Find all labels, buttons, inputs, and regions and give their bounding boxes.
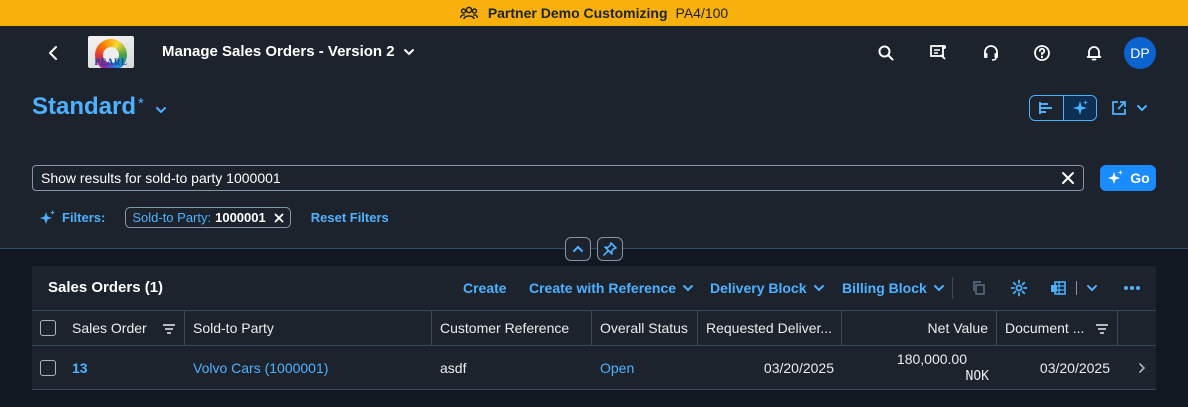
pin-header-button[interactable] xyxy=(597,237,623,261)
back-icon[interactable] xyxy=(44,43,64,63)
reset-filters-link[interactable]: Reset Filters xyxy=(311,210,389,225)
select-all-checkbox[interactable] xyxy=(40,320,56,336)
notifications-list-icon[interactable] xyxy=(928,43,948,63)
ai-search-field[interactable]: Show results for sold-to party 1000001 xyxy=(32,165,1084,191)
sales-orders-table: Sales Orders (1) Create Create with Refe… xyxy=(32,266,1156,390)
variant-name: Standard xyxy=(32,93,137,120)
cell-document-date: 03/20/2025 xyxy=(1039,359,1110,376)
row-navigation-icon[interactable] xyxy=(1128,346,1156,389)
user-avatar[interactable]: DP xyxy=(1124,37,1156,69)
app-title-menu[interactable]: Manage Sales Orders - Version 2 xyxy=(162,43,415,60)
chevron-down-icon xyxy=(1137,105,1147,112)
help-icon[interactable] xyxy=(1032,43,1052,63)
variant-modified-marker: * xyxy=(138,95,144,112)
sparkle-icon xyxy=(1072,100,1088,115)
settings-gear-icon[interactable] xyxy=(1009,278,1029,298)
filters-row: Filters: Sold-to Party: 1000001 Reset Fi… xyxy=(38,207,389,228)
cell-customer-reference: asdf xyxy=(440,359,467,376)
headset-icon[interactable] xyxy=(981,43,1001,63)
go-button[interactable]: Go xyxy=(1100,165,1156,191)
chevron-down-icon xyxy=(403,46,415,58)
table-header: Sales Order Sold-to Party Customer Refer… xyxy=(32,310,1156,346)
copy-icon[interactable] xyxy=(969,278,989,298)
collapse-header-button[interactable] xyxy=(565,237,591,261)
clear-icon[interactable] xyxy=(1061,171,1075,185)
overflow-menu-icon[interactable] xyxy=(1122,278,1142,298)
filter-bar-toggle[interactable] xyxy=(1030,96,1063,120)
column-label: Document ... xyxy=(1005,320,1085,336)
go-label: Go xyxy=(1130,170,1150,186)
net-value-currency: NOK xyxy=(965,369,989,384)
bell-icon[interactable] xyxy=(1084,43,1104,63)
column-header-sales-order[interactable]: Sales Order xyxy=(64,311,185,345)
people-group-icon xyxy=(459,6,478,20)
delivery-block-button[interactable]: Delivery Block xyxy=(710,280,825,296)
chevron-up-icon xyxy=(573,245,583,252)
chevron-down-icon xyxy=(683,285,694,292)
column-header-requested-delivery[interactable]: Requested Deliver... xyxy=(698,311,842,345)
sort-icon xyxy=(1095,323,1109,335)
sparkle-icon xyxy=(1108,170,1124,184)
search-input[interactable]: Show results for sold-to party 1000001 xyxy=(41,170,1061,186)
banner-system: PA4/100 xyxy=(675,5,729,21)
sparkle-icon xyxy=(38,209,56,227)
billing-block-button[interactable]: Billing Block xyxy=(842,280,945,296)
chevron-down-icon xyxy=(813,285,824,292)
column-header-sold-to-party[interactable]: Sold-to Party xyxy=(185,311,432,345)
filter-token[interactable]: Sold-to Party: 1000001 xyxy=(125,207,291,228)
toolbar-separator xyxy=(952,277,953,299)
chevron-down-icon[interactable] xyxy=(1082,278,1102,298)
cell-requested-delivery: 03/20/2025 xyxy=(763,359,834,376)
chevron-down-icon xyxy=(154,103,168,117)
cell-sales-order[interactable]: 13 xyxy=(64,346,185,389)
sort-icon xyxy=(162,323,176,335)
company-logo[interactable]: PEARL xyxy=(88,36,134,68)
create-with-reference-label: Create with Reference xyxy=(529,280,677,296)
row-checkbox[interactable] xyxy=(40,359,56,376)
table-row[interactable]: 13 Volvo Cars (1000001) asdf Open 03/20/… xyxy=(32,346,1156,390)
column-header-customer-reference[interactable]: Customer Reference xyxy=(432,311,592,345)
create-with-reference-button[interactable]: Create with Reference xyxy=(529,280,694,296)
pin-icon xyxy=(603,242,617,256)
token-value: 1000001 xyxy=(215,210,266,225)
share-menu-button[interactable] xyxy=(1110,99,1148,117)
table-toolbar: Sales Orders (1) Create Create with Refe… xyxy=(32,266,1156,310)
cell-sold-to-party[interactable]: Volvo Cars (1000001) xyxy=(185,346,432,389)
column-label: Sales Order xyxy=(72,320,147,336)
chevron-down-icon xyxy=(933,285,944,292)
toolbar-separator xyxy=(1076,281,1077,295)
column-header-net-value[interactable]: Net Value xyxy=(842,311,997,345)
column-header-document-date[interactable]: Document ... xyxy=(997,311,1118,345)
remove-token-icon[interactable] xyxy=(274,213,284,223)
app-title: Manage Sales Orders - Version 2 xyxy=(162,43,395,60)
export-spreadsheet-icon[interactable] xyxy=(1048,278,1068,298)
billing-block-label: Billing Block xyxy=(842,280,927,296)
variant-selector[interactable]: Standard * xyxy=(32,93,168,121)
ai-filter-toggle[interactable] xyxy=(1062,96,1096,120)
net-value-amount: 180,000.00 xyxy=(896,351,967,367)
select-all-checkbox-cell xyxy=(32,311,64,345)
filter-bar-icon xyxy=(1039,102,1053,114)
column-header-overall-status[interactable]: Overall Status xyxy=(592,311,698,345)
system-banner: Partner Demo Customizing PA4/100 xyxy=(0,0,1188,26)
table-title: Sales Orders (1) xyxy=(48,279,164,296)
row-checkbox-cell xyxy=(32,346,64,389)
share-icon xyxy=(1112,101,1126,115)
create-button[interactable]: Create xyxy=(463,280,507,296)
filters-label: Filters: xyxy=(62,210,106,225)
cell-net-value: 180,000.00 NOK xyxy=(842,346,997,389)
shell-bar: PEARL Manage Sales Orders - Version 2 DP xyxy=(0,26,1188,80)
banner-title: Partner Demo Customizing xyxy=(487,5,668,21)
search-icon[interactable] xyxy=(876,43,896,63)
filter-mode-toggle xyxy=(1029,95,1097,121)
delivery-block-label: Delivery Block xyxy=(710,280,807,296)
cell-overall-status[interactable]: Open xyxy=(592,346,698,389)
token-key: Sold-to Party: xyxy=(132,210,212,225)
